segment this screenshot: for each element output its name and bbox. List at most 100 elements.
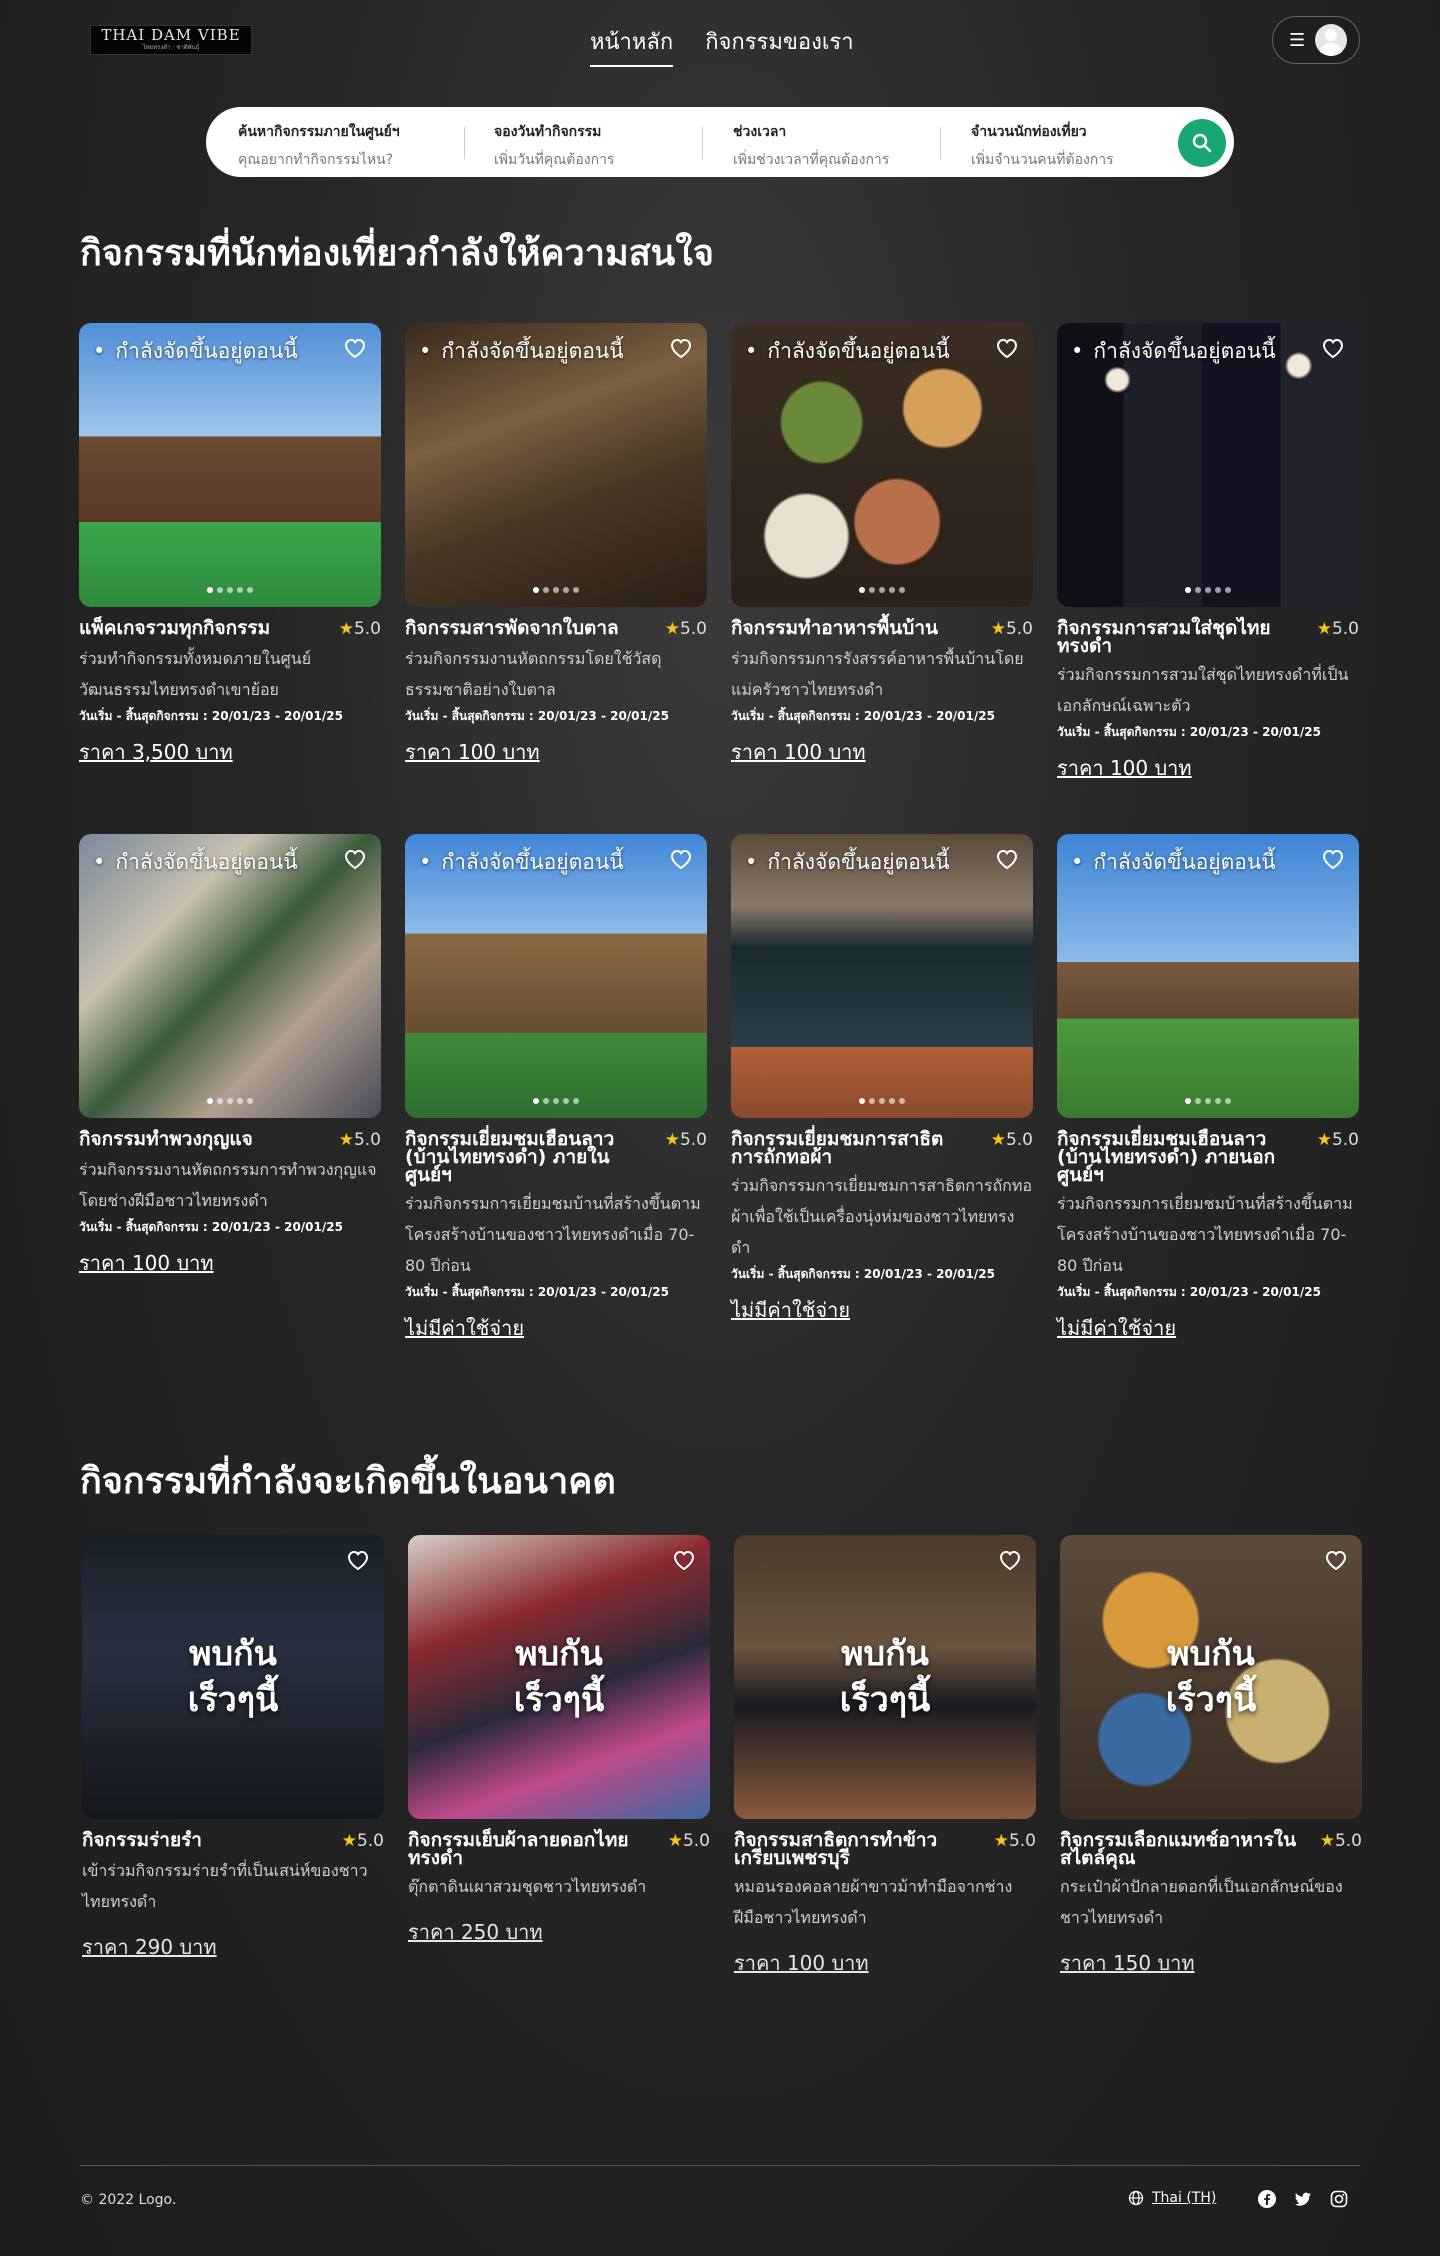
heart-icon[interactable] bbox=[669, 337, 693, 363]
activity-card[interactable]: กำลังจัดขึ้นอยู่ตอนนี้กิจกรรมเยี่ยมชมเฮื… bbox=[1057, 834, 1359, 1344]
activity-title: กิจกรรมการสวมใส่ชุดไทยทรงดำ bbox=[1057, 617, 1271, 657]
upcoming-card[interactable]: พบกัน เร็วๆนี้ กิจกรรมเย็บผ้าลายดอกไทยทรงด… bbox=[408, 1535, 710, 1948]
activity-price[interactable]: ไม่มีค่าใช้จ่าย bbox=[731, 1294, 1033, 1326]
live-badge: กำลังจัดขึ้นอยู่ตอนนี้ bbox=[1071, 846, 1275, 879]
activity-card[interactable]: กำลังจัดขึ้นอยู่ตอนนี้กิจกรรมสารพัดจากใบ… bbox=[405, 323, 707, 768]
activity-price[interactable]: ราคา 100 บาท bbox=[734, 1947, 1036, 1979]
title-row: กิจกรรมเยี่ยมชมเฮือนลาว (บ้านไทยทรงดำ) ภ… bbox=[1057, 1130, 1359, 1185]
twitter-icon[interactable] bbox=[1294, 2190, 1312, 2208]
carousel-dots[interactable] bbox=[405, 578, 707, 597]
star-icon: ★ bbox=[1316, 619, 1332, 639]
heart-icon[interactable] bbox=[1324, 1549, 1348, 1575]
upcoming-photo[interactable]: พบกัน เร็วๆนี้ bbox=[82, 1535, 384, 1819]
upcoming-photo[interactable]: พบกัน เร็วๆนี้ bbox=[408, 1535, 710, 1819]
carousel-dots[interactable] bbox=[731, 1089, 1033, 1108]
social-links bbox=[1258, 2190, 1348, 2208]
language-selector[interactable]: Thai (TH) bbox=[1128, 2190, 1216, 2206]
instagram-icon[interactable] bbox=[1330, 2190, 1348, 2208]
carousel-dots[interactable] bbox=[1057, 1089, 1359, 1108]
upcoming-photo[interactable]: พบกัน เร็วๆนี้ bbox=[734, 1535, 1036, 1819]
search-field-date[interactable]: จองวันทำกิจกรรม เพิ่มวันที่คุณต้องการ bbox=[494, 121, 614, 171]
heart-icon[interactable] bbox=[998, 1549, 1022, 1575]
star-icon: ★ bbox=[1316, 1130, 1332, 1150]
heart-icon[interactable] bbox=[343, 848, 367, 874]
activity-photo[interactable]: กำลังจัดขึ้นอยู่ตอนนี้ bbox=[731, 834, 1033, 1118]
activity-description: ร่วมกิจกรรมการเยี่ยมชมบ้านที่สร้างขึ้นตา… bbox=[405, 1194, 701, 1275]
activity-title: กิจกรรมเลือกแมทช์อาหารในสไตล์คุณ bbox=[1060, 1829, 1297, 1869]
activity-photo[interactable]: กำลังจัดขึ้นอยู่ตอนนี้ bbox=[1057, 323, 1359, 607]
activity-title: กิจกรรมสาธิตการทำข้าวเกรียบเพชรบุรี bbox=[734, 1829, 938, 1869]
rating: ★5.0 bbox=[668, 1831, 710, 1867]
nav-link-home[interactable]: หน้าหลัก bbox=[590, 24, 674, 67]
activity-photo[interactable]: กำลังจัดขึ้นอยู่ตอนนี้ bbox=[1057, 834, 1359, 1118]
activity-info: กิจกรรมการสวมใส่ชุดไทยทรงดำ ★5.0 ร่วมกิจกร… bbox=[1057, 619, 1359, 784]
rating: ★5.0 bbox=[342, 1831, 384, 1851]
activity-title: กิจกรรมร่ายรำ bbox=[82, 1829, 202, 1851]
activity-card[interactable]: กำลังจัดขึ้นอยู่ตอนนี้กิจกรรมทำอาหารพื้น… bbox=[731, 323, 1033, 768]
carousel-dots[interactable] bbox=[79, 578, 381, 597]
activity-price[interactable]: ราคา 250 บาท bbox=[408, 1916, 710, 1948]
activity-photo[interactable]: กำลังจัดขึ้นอยู่ตอนนี้ bbox=[405, 323, 707, 607]
upcoming-card[interactable]: พบกัน เร็วๆนี้กิจกรรมเลือกแมทช์อาหารในสไต… bbox=[1060, 1535, 1362, 1979]
user-menu-button[interactable]: ☰ bbox=[1272, 16, 1360, 64]
search-field-time[interactable]: ช่วงเวลา เพิ่มช่วงเวลาที่คุณต้องการ bbox=[733, 121, 889, 171]
facebook-icon[interactable] bbox=[1258, 2190, 1276, 2208]
heart-icon[interactable] bbox=[346, 1549, 370, 1575]
search-field-activity[interactable]: ค้นหากิจกรรมภายในศูนย์ฯ คุณอยากทำกิจกรรม… bbox=[238, 121, 400, 171]
heart-icon[interactable] bbox=[995, 337, 1019, 363]
activity-price[interactable]: ราคา 100 บาท bbox=[79, 1247, 381, 1279]
heart-icon[interactable] bbox=[343, 337, 367, 363]
activity-card[interactable]: กำลังจัดขึ้นอยู่ตอนนี้กิจกรรมเยี่ยมชมการ… bbox=[731, 834, 1033, 1326]
search-field-guests[interactable]: จำนวนนักท่องเที่ยว เพิ่มจำนวนคนที่ต้องกา… bbox=[971, 121, 1114, 171]
heart-icon[interactable] bbox=[995, 848, 1019, 874]
language-label: Thai (TH) bbox=[1152, 2190, 1217, 2206]
activity-price[interactable]: ไม่มีค่าใช้จ่าย bbox=[405, 1312, 707, 1344]
activity-price[interactable]: ราคา 100 บาท bbox=[405, 736, 707, 768]
activity-price[interactable]: ราคา 150 บาท bbox=[1060, 1947, 1362, 1979]
activity-description: ร่วมกิจกรรมการรังสรรค์อาหารพื้นบ้านโดยแม… bbox=[731, 649, 1024, 699]
activity-photo[interactable]: กำลังจัดขึ้นอยู่ตอนนี้ bbox=[731, 323, 1033, 607]
carousel-dots[interactable] bbox=[405, 1089, 707, 1108]
activity-card[interactable]: กำลังจัดขึ้นอยู่ตอนนี้กิจกรรมการสวมใส่ชุ… bbox=[1057, 323, 1359, 784]
upcoming-card[interactable]: พบกัน เร็วๆนี้กิจกรรมสาธิตการทำข้าวเกรียบ… bbox=[734, 1535, 1036, 1979]
title-row: กิจกรรมทำอาหารพื้นบ้าน ★5.0 bbox=[731, 619, 1033, 640]
user-avatar-icon bbox=[1315, 24, 1348, 56]
site-logo[interactable]: THAI DAM VIBE ไทยทรงดำ · ชาติพันธุ์ bbox=[90, 25, 252, 55]
heart-icon[interactable] bbox=[1321, 337, 1345, 363]
nav-link-activities[interactable]: กิจกรรมของเรา bbox=[705, 24, 853, 67]
activity-price[interactable]: ราคา 290 บาท bbox=[82, 1931, 384, 1963]
carousel-dots[interactable] bbox=[79, 1089, 381, 1108]
rating: ★5.0 bbox=[1317, 619, 1359, 655]
upcoming-photo[interactable]: พบกัน เร็วๆนี้ bbox=[1060, 1535, 1362, 1819]
activity-photo[interactable]: กำลังจัดขึ้นอยู่ตอนนี้ bbox=[405, 834, 707, 1118]
heart-icon[interactable] bbox=[669, 848, 693, 874]
activity-info: กิจกรรมเยี่ยมชมการสาธิตการถักทอผ้า ★5.0 ร่… bbox=[731, 1130, 1033, 1326]
search-field-placeholder: เพิ่มช่วงเวลาที่คุณต้องการ bbox=[733, 152, 890, 168]
activity-price[interactable]: ราคา 100 บาท bbox=[731, 736, 1033, 768]
rating: ★5.0 bbox=[1320, 1831, 1362, 1867]
heart-icon[interactable] bbox=[672, 1549, 696, 1575]
carousel-dots[interactable] bbox=[1057, 578, 1359, 597]
upcoming-card[interactable]: พบกัน เร็วๆนี้ กิจกรรมร่ายรำ ★5.0 เข้าร่วมกิ… bbox=[82, 1535, 384, 1963]
star-icon: ★ bbox=[1319, 1831, 1335, 1851]
star-icon: ★ bbox=[664, 619, 680, 639]
activity-price[interactable]: ราคา 100 บาท bbox=[1057, 752, 1359, 784]
activity-photo[interactable]: กำลังจัดขึ้นอยู่ตอนนี้ bbox=[79, 834, 381, 1118]
activity-card[interactable]: กำลังจัดขึ้นอยู่ตอนนี้กิจกรรมเยี่ยมชมเฮื… bbox=[405, 834, 707, 1344]
search-field-label: จำนวนนักท่องเที่ยว bbox=[971, 124, 1087, 140]
footer-divider bbox=[80, 2165, 1360, 2166]
rating-value: 5.0 bbox=[679, 619, 707, 639]
activity-photo[interactable]: กำลังจัดขึ้นอยู่ตอนนี้ bbox=[79, 323, 381, 607]
carousel-dots[interactable] bbox=[731, 578, 1033, 597]
heart-icon[interactable] bbox=[1321, 848, 1345, 874]
activity-price[interactable]: ราคา 3,500 บาท bbox=[79, 736, 381, 768]
activity-price[interactable]: ไม่มีค่าใช้จ่าย bbox=[1057, 1312, 1359, 1344]
title-row: กิจกรรมทำพวงกุญแจ ★5.0 bbox=[79, 1130, 381, 1151]
live-badge: กำลังจัดขึ้นอยู่ตอนนี้ bbox=[745, 335, 949, 368]
star-icon: ★ bbox=[664, 1130, 680, 1150]
activity-card[interactable]: กำลังจัดขึ้นอยู่ตอนนี้กิจกรรมทำพวงกุญแจ ★… bbox=[79, 834, 381, 1279]
activity-dates: วันเริ่ม - สิ้นสุดกิจกรรม : 20/01/23 - 2… bbox=[79, 1220, 343, 1234]
activity-info: แพ็คเกจรวมทุกกิจกรรม ★5.0 ร่วมทำกิจกรรมทั้… bbox=[79, 619, 381, 768]
activity-card[interactable]: กำลังจัดขึ้นอยู่ตอนนี้แพ็คเกจรวมทุกกิจกร… bbox=[79, 323, 381, 768]
search-button[interactable] bbox=[1178, 119, 1226, 167]
